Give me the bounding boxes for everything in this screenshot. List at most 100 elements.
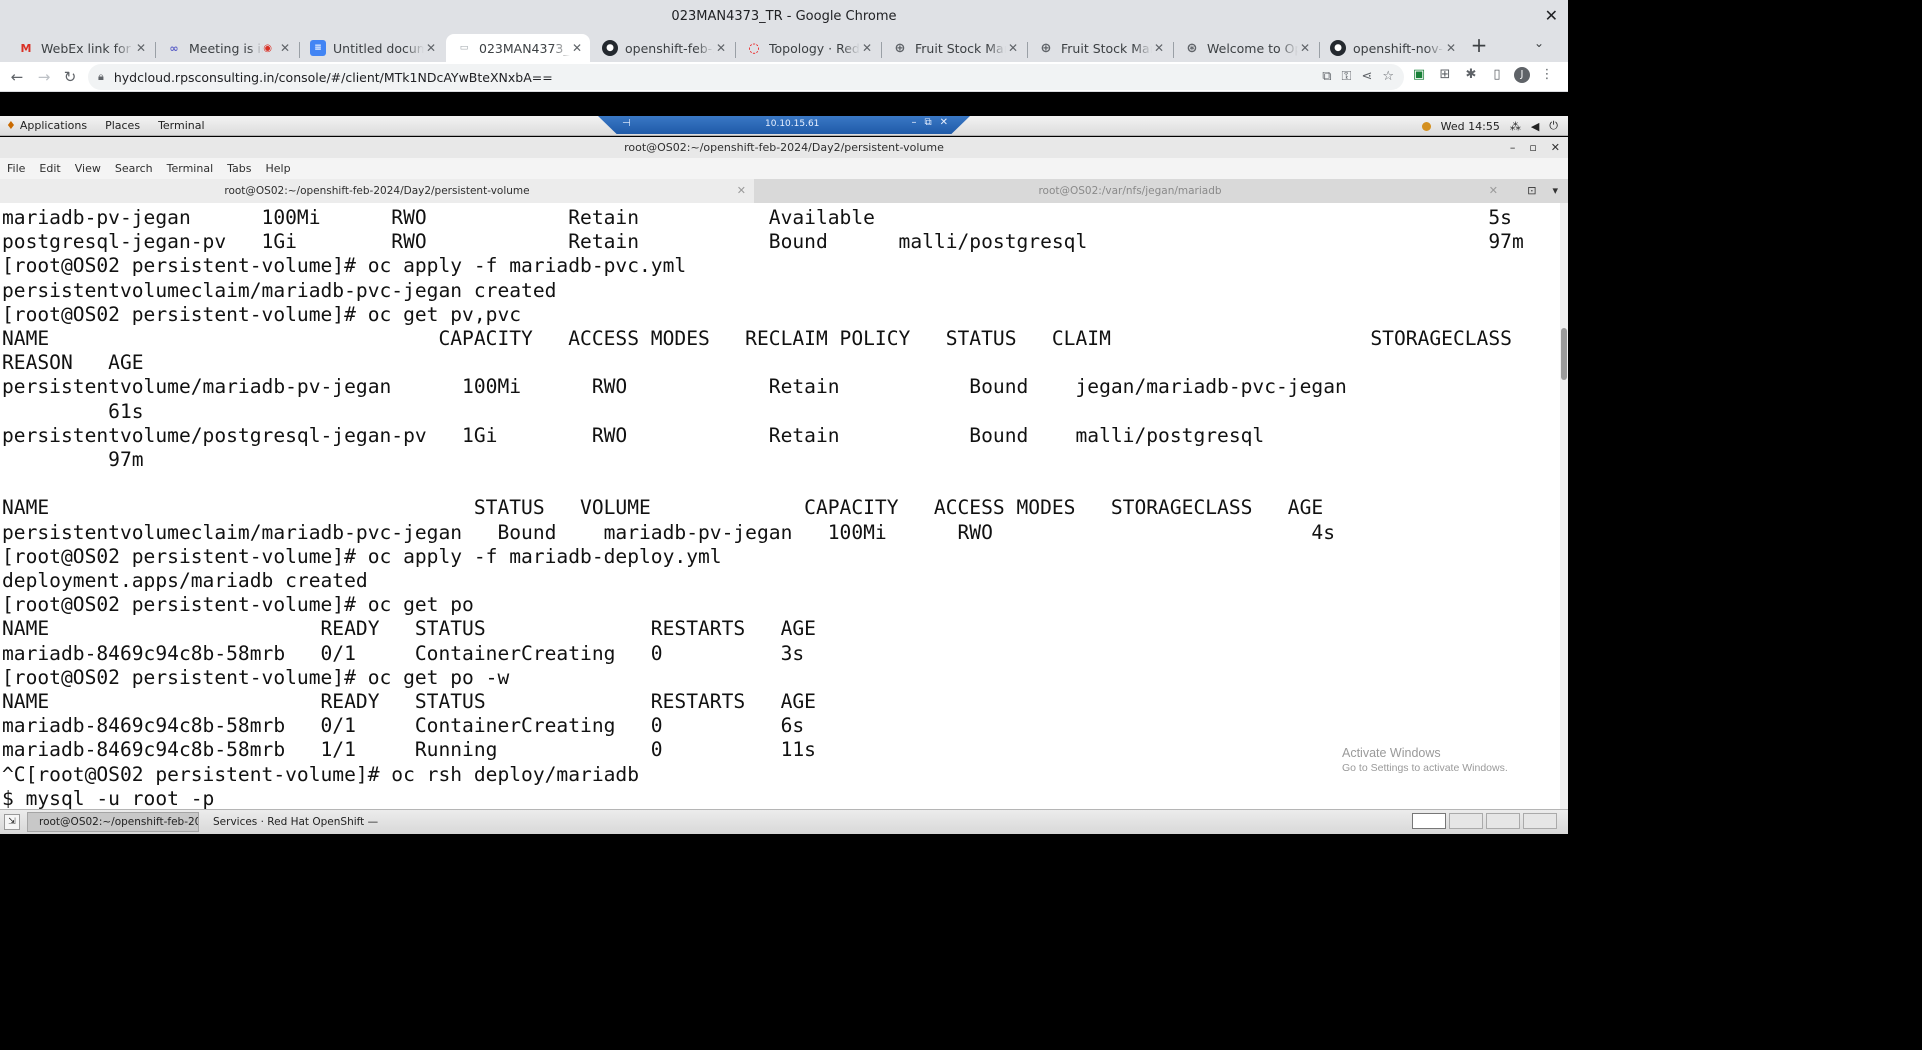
places-menu[interactable]: Places	[105, 119, 140, 132]
close-icon[interactable]: ✕	[940, 117, 948, 128]
reload-icon[interactable]: ↻	[59, 66, 81, 88]
tab-label: Welcome to Ope	[1207, 40, 1298, 56]
workspace-4[interactable]	[1523, 813, 1557, 829]
browser-tab[interactable]: ⊛ Welcome to Ope ✕	[1174, 34, 1318, 62]
tab-close-icon[interactable]: ✕	[134, 41, 148, 55]
browser-tab[interactable]: ⊕ Fruit Stock Mana ✕	[1028, 34, 1172, 62]
workspace-switcher[interactable]	[1412, 813, 1557, 829]
browser-tab[interactable]: ◌ Topology · Red H ✕	[736, 34, 880, 62]
taskbar-label: Services · Red Hat OpenShift — Mo...	[213, 816, 380, 828]
address-bar[interactable]: 🔒︎ hydcloud.rpsconsulting.in/console/#/c…	[88, 64, 1404, 90]
forward-icon[interactable]: →	[33, 66, 55, 88]
terminal-line: postgresql-jegan-pv 1Gi RWO Retain Bound…	[2, 230, 1524, 254]
globe-icon: ⊕	[894, 40, 906, 56]
share-icon[interactable]: ⋖	[1361, 69, 1372, 84]
terminal-tab[interactable]: root@OS02:/var/nfs/jegan/mariadb ✕	[754, 179, 1506, 203]
workspace-3[interactable]	[1486, 813, 1520, 829]
menu-edit[interactable]: Edit	[39, 162, 60, 175]
terminal-tab-active[interactable]: root@OS02:~/openshift-feb-2024/Day2/pers…	[0, 179, 754, 203]
bookmark-star-icon[interactable]: ☆	[1382, 69, 1394, 84]
browser-tabstrip: M WebEx link for th ✕ ∞ Meeting is in ◉ …	[0, 32, 1568, 62]
back-icon[interactable]: ←	[6, 66, 28, 88]
power-icon[interactable]: ⏻	[1549, 119, 1558, 133]
taskbar-item-firefox[interactable]: Services · Red Hat OpenShift — Mo...	[202, 812, 380, 832]
google-docs-icon: ≡	[310, 40, 326, 56]
volume-icon[interactable]: ◀	[1531, 120, 1539, 133]
terminal-text: mariadb-pv-jegan 100Mi RWO Retain Availa…	[2, 206, 1524, 809]
terminal-line: NAME CAPACITY ACCESS MODES RECLAIM POLIC…	[2, 327, 1512, 351]
tab-dropdown-icon[interactable]: ▾	[1552, 184, 1558, 197]
tab-overview-icon[interactable]: ⊡	[1527, 184, 1536, 197]
taskbar-item-terminal[interactable]: root@OS02:~/openshift-feb-2024/...	[27, 812, 199, 832]
tab-close-icon[interactable]: ✕	[1489, 179, 1498, 203]
tab-close-icon[interactable]: ✕	[1152, 41, 1166, 55]
close-icon[interactable]: ✕	[1551, 137, 1560, 158]
menu-terminal[interactable]: Terminal	[167, 162, 214, 175]
menu-help[interactable]: Help	[266, 162, 291, 175]
menu-dots-icon[interactable]: ⋮	[1538, 66, 1556, 84]
menu-tabs[interactable]: Tabs	[227, 162, 251, 175]
clock[interactable]: Wed 14:55	[1441, 120, 1500, 133]
terminal-line: 61s	[2, 399, 144, 423]
remote-connection-bar[interactable]: ⊣ 10.10.15.61 – ⧉ ✕	[598, 116, 970, 134]
browser-close-icon[interactable]: ✕	[1545, 6, 1558, 25]
browser-tab[interactable]: ⊕ Fruit Stock Mana ✕	[882, 34, 1026, 62]
workspace-1[interactable]	[1412, 813, 1446, 829]
terminal-line: mariadb-pv-jegan 100Mi RWO Retain Availa…	[2, 206, 1512, 229]
tab-close-icon[interactable]: ✕	[1444, 41, 1458, 55]
browser-tab[interactable]: ● openshift-nov-2 ✕	[1320, 34, 1464, 62]
new-tab-icon[interactable]: +	[1468, 35, 1490, 57]
meeting-icon: ∞	[169, 41, 179, 55]
lock-icon[interactable]: 🔒︎	[98, 70, 104, 84]
menu-file[interactable]: File	[7, 162, 25, 175]
browser-toolbar: ← → ↻ 🔒︎ hydcloud.rpsconsulting.in/conso…	[0, 62, 1568, 92]
tab-label: WebEx link for th	[41, 40, 134, 56]
browser-tab[interactable]: ∞ Meeting is in ◉ ✕	[156, 34, 298, 62]
tab-label: Untitled docume	[333, 40, 424, 56]
tab-close-icon[interactable]: ✕	[1298, 41, 1312, 55]
recording-icon: ◉	[263, 42, 272, 54]
scrollbar-thumb[interactable]	[1561, 328, 1567, 380]
tab-close-icon[interactable]: ✕	[424, 41, 438, 55]
tab-close-icon[interactable]: ✕	[278, 41, 292, 55]
terminal-line: [root@OS02 persistent-volume]# oc apply …	[2, 254, 687, 278]
terminal-line: mariadb-8469c94c8b-58mrb 0/1 ContainerCr…	[2, 714, 805, 738]
restore-icon[interactable]: ⧉	[924, 117, 931, 128]
tab-close-icon[interactable]: ✕	[714, 41, 728, 55]
extension-icon[interactable]: ▣	[1410, 66, 1428, 84]
minimize-icon[interactable]: –	[1510, 137, 1516, 158]
browser-tab[interactable]: ≡ Untitled docume ✕	[300, 34, 444, 62]
browser-tab-active[interactable]: ▭ 023MAN4373_TR ✕	[446, 34, 590, 62]
browser-tab[interactable]: M WebEx link for th ✕	[8, 34, 154, 62]
tab-close-icon[interactable]: ✕	[737, 179, 746, 203]
menu-search[interactable]: Search	[115, 162, 153, 175]
applications-menu[interactable]: Applications	[6, 119, 87, 132]
show-desktop-icon[interactable]: ⇲	[4, 814, 20, 830]
screen-share-icon[interactable]: ⧉	[1322, 69, 1331, 84]
tab-close-icon[interactable]: ✕	[860, 41, 874, 55]
extensions-puzzle-icon[interactable]: ✱	[1462, 66, 1480, 84]
network-icon[interactable]: ⁂	[1510, 120, 1521, 133]
side-panel-icon[interactable]: ▯	[1488, 66, 1506, 84]
extension-icon[interactable]: ⊞	[1436, 66, 1454, 84]
tab-label: openshift-nov-2	[1353, 40, 1444, 56]
terminal-menu[interactable]: Terminal	[158, 119, 205, 132]
notification-icon[interactable]	[1421, 121, 1431, 131]
menu-view[interactable]: View	[75, 162, 101, 175]
pin-icon[interactable]: ⊣	[622, 118, 631, 129]
gnome-top-panel: Applications Places Terminal ⊣ 10.10.15.…	[0, 116, 1568, 136]
terminal-tabbar: root@OS02:~/openshift-feb-2024/Day2/pers…	[0, 179, 1568, 203]
profile-avatar[interactable]: J	[1514, 67, 1530, 83]
minimize-icon[interactable]: –	[911, 117, 916, 128]
browser-tab[interactable]: ● openshift-feb-20 ✕	[592, 34, 734, 62]
tab-close-icon[interactable]: ✕	[1006, 41, 1020, 55]
url-text[interactable]: hydcloud.rpsconsulting.in/console/#/clie…	[114, 70, 553, 85]
tab-close-icon[interactable]: ✕	[570, 41, 584, 55]
maximize-icon[interactable]: ▫	[1529, 137, 1536, 158]
terminal-output[interactable]: mariadb-pv-jegan 100Mi RWO Retain Availa…	[0, 203, 1568, 809]
tab-list-chevron-icon[interactable]: ⌄	[1534, 36, 1544, 50]
workspace-2[interactable]	[1449, 813, 1483, 829]
key-icon[interactable]: ⚿	[1342, 69, 1352, 84]
terminal-scrollbar[interactable]	[1560, 203, 1568, 809]
